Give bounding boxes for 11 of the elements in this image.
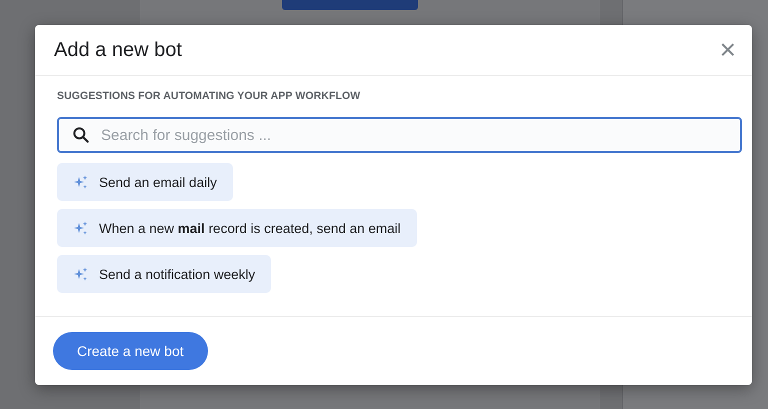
section-label: SUGGESTIONS FOR AUTOMATING YOUR APP WORKFLOW bbox=[57, 90, 362, 102]
dialog-title: Add a new bot bbox=[54, 38, 182, 62]
suggestion-chip[interactable]: Send a notification weekly bbox=[57, 255, 272, 293]
search-field[interactable]: Search for suggestions ... bbox=[57, 117, 742, 153]
sparkle-icon bbox=[73, 174, 89, 190]
sparkle-icon bbox=[73, 220, 89, 236]
create-bot-button[interactable]: Create a new bot bbox=[53, 332, 208, 370]
suggestion-chip[interactable]: Send an email daily bbox=[57, 163, 233, 201]
close-button[interactable]: × bbox=[714, 36, 742, 64]
sparkle-icon bbox=[73, 266, 89, 282]
suggestion-chip[interactable]: When a new mail record is created, send an email bbox=[57, 209, 417, 247]
